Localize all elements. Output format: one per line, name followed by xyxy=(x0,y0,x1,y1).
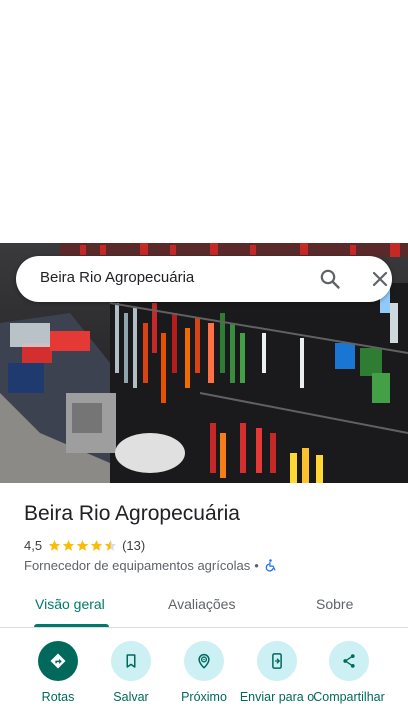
star-icon xyxy=(76,539,89,551)
star-icon xyxy=(48,539,61,551)
map-area-blank xyxy=(0,0,408,243)
rating-stars xyxy=(48,539,118,552)
tab-reviews[interactable]: Avaliações xyxy=(168,596,235,612)
directions-button[interactable]: Rotas xyxy=(23,641,93,726)
place-category: Fornecedor de equipamentos agrícolas xyxy=(24,557,251,573)
directions-button-circle[interactable] xyxy=(38,641,78,681)
place-title: Beira Rio Agropecuária xyxy=(24,502,240,525)
search-icon[interactable] xyxy=(318,267,342,291)
search-bar[interactable]: Beira Rio Agropecuária xyxy=(16,256,392,302)
nearby-button[interactable]: Próximo xyxy=(169,641,239,726)
category-row: Fornecedor de equipamentos agrícolas • xyxy=(24,556,278,574)
review-count[interactable]: (13) xyxy=(122,538,145,553)
save-button-circle[interactable] xyxy=(111,641,151,681)
share-button[interactable]: Compartilhar xyxy=(313,641,385,726)
star-icon xyxy=(62,539,75,551)
nearby-icon xyxy=(198,653,210,669)
search-query[interactable]: Beira Rio Agropecuária xyxy=(40,269,194,286)
rating-value: 4,5 xyxy=(24,537,43,553)
wheelchair-accessible-icon xyxy=(265,558,276,572)
place-tabs: Visão geral Avaliações Sobre xyxy=(0,586,408,628)
tab-about[interactable]: Sobre xyxy=(316,596,353,612)
send-to-phone-button[interactable]: Enviar para o xyxy=(240,641,314,726)
nearby-button-circle[interactable] xyxy=(184,641,224,681)
separator-dot: • xyxy=(254,557,259,573)
tab-overview[interactable]: Visão geral xyxy=(35,596,105,612)
rating-row[interactable]: 4,5 (13) xyxy=(24,536,145,554)
close-icon[interactable] xyxy=(368,267,392,291)
half-star-icon xyxy=(104,539,117,551)
save-button[interactable]: Salvar xyxy=(96,641,166,726)
star-icon xyxy=(90,539,103,551)
send-to-phone-button-circle[interactable] xyxy=(257,641,297,681)
share-icon xyxy=(343,654,355,668)
bookmark-icon xyxy=(126,654,136,668)
directions-icon xyxy=(50,653,66,669)
active-tab-indicator xyxy=(34,624,109,627)
send-to-phone-icon xyxy=(272,653,282,669)
share-button-circle[interactable] xyxy=(329,641,369,681)
share-label: Compartilhar xyxy=(313,690,385,704)
